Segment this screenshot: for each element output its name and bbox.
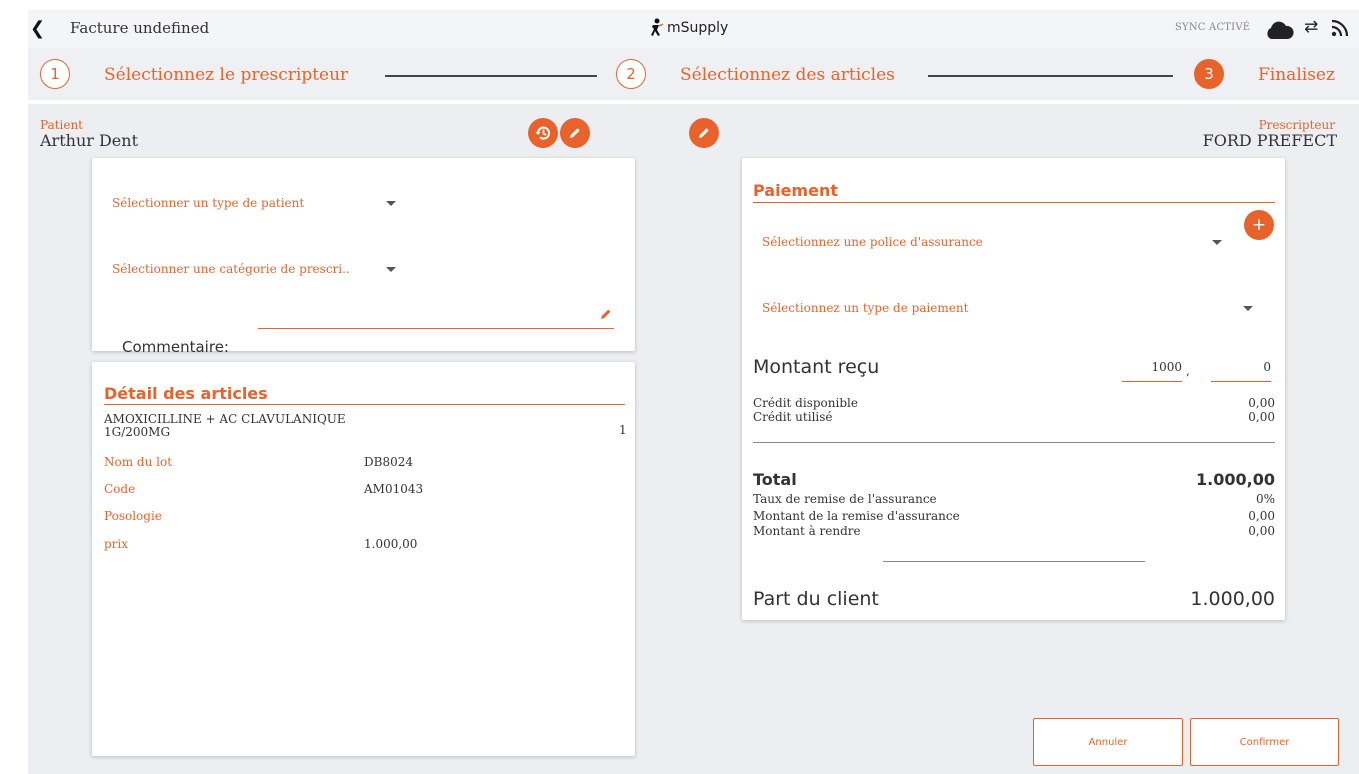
amount-received-whole-input[interactable]: 1000	[1122, 360, 1182, 374]
prescriber-name: FORD PREFECT	[1202, 131, 1337, 150]
step-2-label[interactable]: Sélectionnez des articles	[680, 65, 895, 85]
change-label: Montant à rendre	[753, 524, 861, 538]
step-3-number[interactable]: 3	[1194, 59, 1224, 89]
price-label: prix	[104, 537, 129, 551]
edit-prescriber-button[interactable]	[689, 118, 719, 148]
prescription-category-select[interactable]: Sélectionner une catégorie de prescri..	[112, 262, 350, 276]
amount-decimal-underline	[1211, 381, 1271, 382]
client-share-divider	[883, 561, 1145, 562]
total-value: 1.000,00	[1196, 470, 1275, 489]
payment-type-caret-icon[interactable]	[1243, 306, 1253, 311]
comment-input[interactable]	[258, 310, 614, 328]
credit-used-label: Crédit utilisé	[753, 410, 833, 424]
insurance-policy-select[interactable]: Sélectionnez une police d'assurance	[762, 235, 983, 249]
credit-available-label: Crédit disponible	[753, 396, 858, 410]
history-icon	[535, 126, 550, 140]
swap-arrows-icon[interactable]: ⇄	[1304, 17, 1318, 37]
amount-received-label: Montant reçu	[753, 356, 880, 378]
insurance-discount-amount-label: Montant de la remise d'assurance	[753, 509, 960, 523]
items-title-underline	[104, 404, 625, 405]
step-3-label[interactable]: Finalisez	[1258, 65, 1335, 85]
change-value: 0,00	[1248, 524, 1275, 538]
amount-whole-underline	[1122, 381, 1182, 382]
patient-type-caret-icon[interactable]	[386, 201, 396, 206]
credit-available-value: 0,00	[1248, 396, 1275, 410]
step-1-label[interactable]: Sélectionnez le prescripteur	[104, 65, 348, 85]
item-name-line2: 1G/200MG	[104, 425, 171, 439]
insurance-discount-rate-value: 0%	[1255, 492, 1275, 506]
confirm-button[interactable]: Confirmer	[1190, 718, 1339, 766]
prescriber-label: Prescripteur	[1258, 118, 1335, 132]
insurance-discount-amount-value: 0,00	[1248, 509, 1275, 523]
code-label: Code	[104, 482, 136, 496]
client-share-value: 1.000,00	[1190, 588, 1275, 610]
history-button[interactable]	[528, 118, 558, 148]
patient-label: Patient	[40, 118, 84, 132]
comment-label: Commentaire:	[122, 338, 229, 356]
comment-underline	[258, 328, 614, 329]
dosage-label: Posologie	[104, 509, 162, 523]
edit-patient-button[interactable]	[560, 118, 590, 148]
batch-label: Nom du lot	[104, 455, 173, 469]
comment-pencil-icon[interactable]	[599, 307, 613, 321]
step-connector-1	[385, 75, 597, 77]
items-card-title: Détail des articles	[104, 384, 268, 403]
pencil-icon	[570, 128, 580, 138]
payment-type-select[interactable]: Sélectionnez un type de paiement	[762, 301, 968, 315]
batch-value: DB8024	[364, 455, 413, 469]
step-1-number[interactable]: 1	[40, 59, 70, 89]
add-insurance-button[interactable]: +	[1244, 210, 1274, 240]
insurance-discount-rate-label: Taux de remise de l'assurance	[753, 492, 937, 506]
totals-divider	[753, 442, 1275, 443]
prescription-category-caret-icon[interactable]	[386, 267, 396, 272]
payment-title-underline	[753, 202, 1275, 203]
patient-name: Arthur Dent	[40, 131, 139, 150]
sync-status: SYNC ACTIVÉ	[1175, 22, 1251, 33]
code-value: AM01043	[364, 482, 424, 496]
plus-icon: +	[1251, 214, 1267, 235]
amount-received-decimal-input[interactable]: 0	[1211, 360, 1271, 374]
credit-used-value: 0,00	[1248, 410, 1275, 424]
back-chevron-icon[interactable]: ❮	[30, 20, 45, 38]
app-logo: mSupply	[648, 18, 728, 38]
pencil-icon	[699, 128, 709, 138]
app-name: mSupply	[667, 20, 729, 36]
patient-type-select[interactable]: Sélectionner un type de patient	[112, 196, 304, 210]
payment-card-title: Paiement	[753, 181, 838, 200]
window-title: Facture undefined	[70, 19, 210, 37]
payment-card	[742, 158, 1285, 620]
cloud-icon[interactable]	[1263, 20, 1295, 40]
item-name-line1: AMOXICILLINE + AC CLAVULANIQUE	[104, 412, 346, 426]
runner-logo-icon	[651, 18, 664, 36]
rss-icon[interactable]	[1331, 19, 1349, 37]
client-share-label: Part du client	[753, 588, 879, 610]
step-2-number[interactable]: 2	[616, 59, 646, 89]
amount-decimal-separator: ,	[1186, 364, 1190, 378]
cancel-button[interactable]: Annuler	[1033, 718, 1183, 766]
step-connector-2	[928, 75, 1173, 77]
total-label: Total	[753, 470, 797, 489]
insurance-caret-icon[interactable]	[1212, 240, 1222, 245]
item-quantity: 1	[619, 423, 627, 437]
price-value: 1.000,00	[364, 537, 418, 551]
